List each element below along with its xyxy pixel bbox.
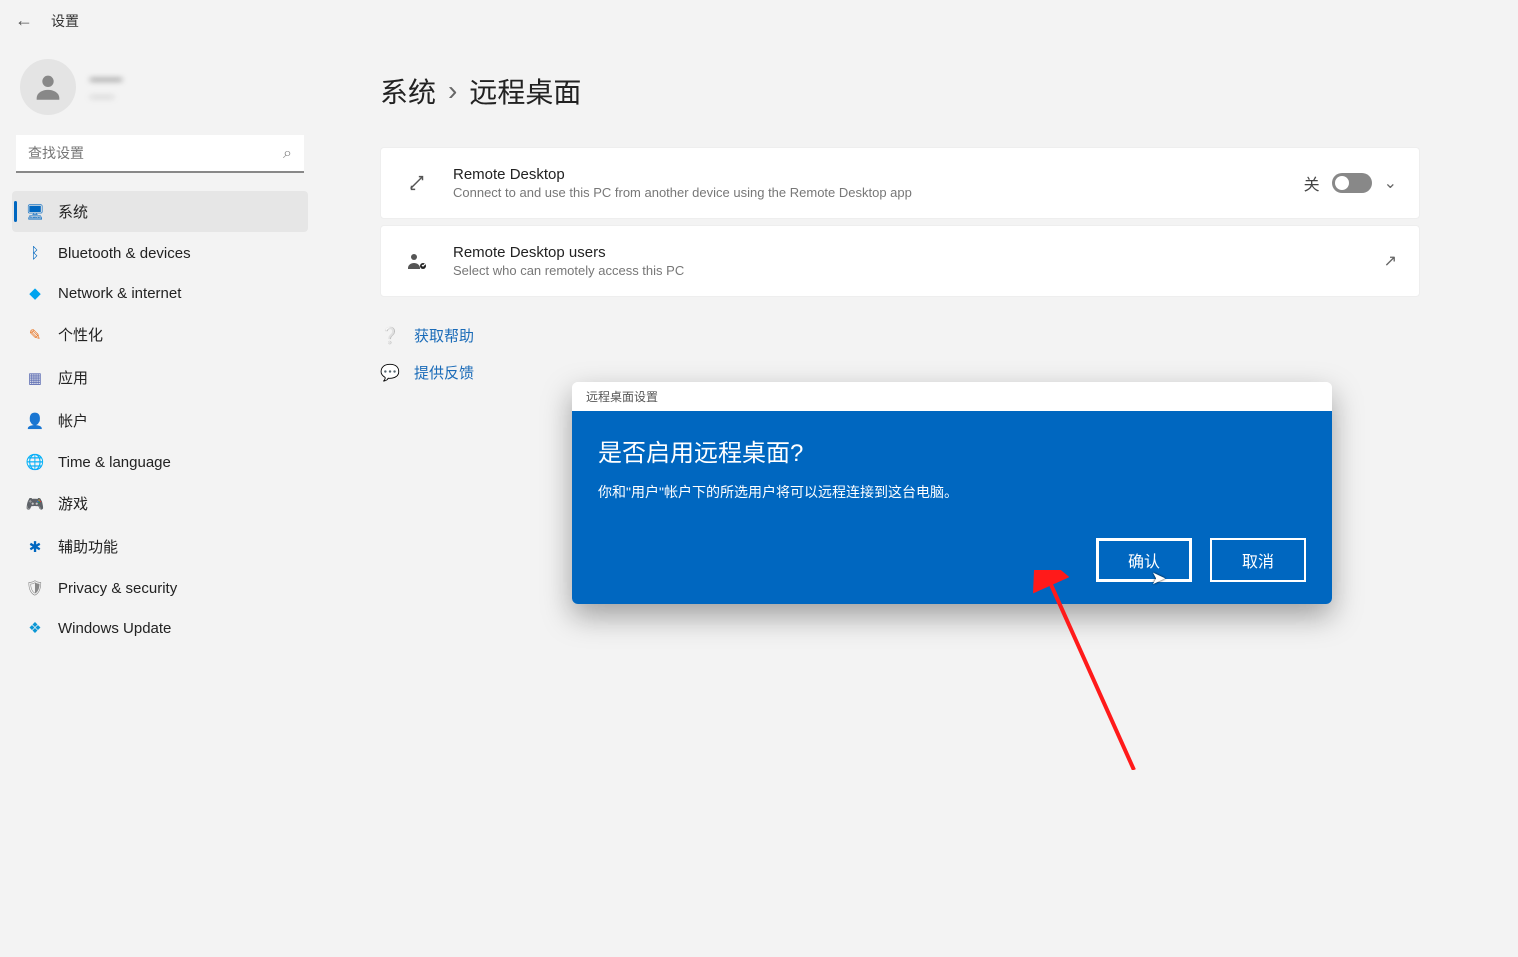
- confirmation-dialog: 远程桌面设置 是否启用远程桌面? 你和"用户"帐户下的所选用户将可以远程连接到这…: [572, 382, 1332, 604]
- sidebar-item-1[interactable]: ᛒ Bluetooth & devices: [12, 234, 308, 272]
- feedback-link[interactable]: 提供反馈: [414, 362, 474, 383]
- nav-icon: 🛡: [26, 579, 44, 597]
- profile-sub: ——: [90, 89, 122, 103]
- nav-label: 帐户: [58, 410, 88, 431]
- nav-icon: ᛒ: [26, 244, 44, 262]
- nav-icon: 👤: [26, 412, 44, 430]
- sidebar-item-0[interactable]: 🖥 系统: [12, 191, 308, 232]
- get-help-link[interactable]: 获取帮助: [414, 325, 474, 346]
- nav-icon: 🎮: [26, 495, 44, 513]
- sidebar-item-9[interactable]: 🛡 Privacy & security: [12, 569, 308, 607]
- nav-icon: ✎: [26, 326, 44, 344]
- sidebar-item-4[interactable]: ▦ 应用: [12, 357, 308, 398]
- nav-icon: ✱: [26, 538, 44, 556]
- nav-icon: ▦: [26, 369, 44, 387]
- breadcrumb-leaf: 远程桌面: [469, 71, 581, 111]
- breadcrumb-root[interactable]: 系统: [380, 71, 436, 111]
- dialog-heading: 是否启用远程桌面?: [598, 433, 1306, 468]
- sidebar-item-8[interactable]: ✱ 辅助功能: [12, 526, 308, 567]
- sidebar-item-10[interactable]: ❖ Windows Update: [12, 609, 308, 647]
- nav-label: 游戏: [58, 493, 88, 514]
- open-icon[interactable]: ↗: [1384, 251, 1397, 271]
- search-input[interactable]: [16, 135, 304, 173]
- sidebar-item-7[interactable]: 🎮 游戏: [12, 483, 308, 524]
- sidebar-item-6[interactable]: 🌐 Time & language: [12, 443, 308, 481]
- remote-desktop-icon: [403, 169, 431, 197]
- card-title: Remote Desktop users: [453, 244, 1362, 261]
- toggle-off-label: 关: [1304, 171, 1320, 195]
- remote-desktop-card[interactable]: Remote Desktop Connect to and use this P…: [380, 147, 1420, 219]
- search-icon: ⌕: [283, 145, 292, 163]
- sidebar-item-2[interactable]: ◆ Network & internet: [12, 274, 308, 312]
- profile-block[interactable]: —— ——: [12, 51, 308, 123]
- nav-icon: 🖥: [26, 203, 44, 221]
- back-button[interactable]: ←: [15, 10, 33, 31]
- chevron-down-icon[interactable]: ⌄: [1384, 173, 1397, 193]
- nav-label: 个性化: [58, 324, 103, 345]
- sidebar: —— —— ⌕ 🖥 系统 ᛒ Bluetooth & devices ◆ Network …: [0, 41, 320, 957]
- search-box: ⌕: [16, 135, 304, 173]
- nav-icon: 🌐: [26, 453, 44, 471]
- feedback-icon: 💬: [380, 363, 400, 383]
- nav-label: 系统: [58, 201, 88, 222]
- sidebar-item-5[interactable]: 👤 帐户: [12, 400, 308, 441]
- card-subtitle: Select who can remotely access this PC: [453, 263, 1362, 278]
- confirm-button[interactable]: 确认: [1096, 538, 1192, 582]
- nav-label: Network & internet: [58, 285, 181, 302]
- dialog-window-title: 远程桌面设置: [572, 382, 1332, 411]
- nav-label: Bluetooth & devices: [58, 245, 191, 262]
- app-title: 设置: [51, 11, 79, 31]
- profile-name: ——: [90, 71, 122, 89]
- cancel-button[interactable]: 取消: [1210, 538, 1306, 582]
- nav-label: 辅助功能: [58, 536, 118, 557]
- sidebar-item-3[interactable]: ✎ 个性化: [12, 314, 308, 355]
- remote-desktop-toggle[interactable]: [1332, 173, 1372, 193]
- card-title: Remote Desktop: [453, 166, 1282, 183]
- help-icon: ❔: [380, 326, 400, 346]
- nav-list: 🖥 系统 ᛒ Bluetooth & devices ◆ Network & intern…: [12, 191, 308, 647]
- nav-icon: ❖: [26, 619, 44, 637]
- nav-label: Windows Update: [58, 620, 171, 637]
- chevron-right-icon: ›: [448, 75, 457, 107]
- card-subtitle: Connect to and use this PC from another …: [453, 185, 1282, 200]
- nav-label: 应用: [58, 367, 88, 388]
- users-icon: [403, 247, 431, 275]
- avatar: [20, 59, 76, 115]
- nav-label: Time & language: [58, 454, 171, 471]
- nav-icon: ◆: [26, 284, 44, 302]
- breadcrumb: 系统 › 远程桌面: [380, 71, 1518, 111]
- nav-label: Privacy & security: [58, 580, 177, 597]
- remote-desktop-users-card[interactable]: Remote Desktop users Select who can remo…: [380, 225, 1420, 297]
- dialog-message: 你和"用户"帐户下的所选用户将可以远程连接到这台电脑。: [598, 482, 1306, 502]
